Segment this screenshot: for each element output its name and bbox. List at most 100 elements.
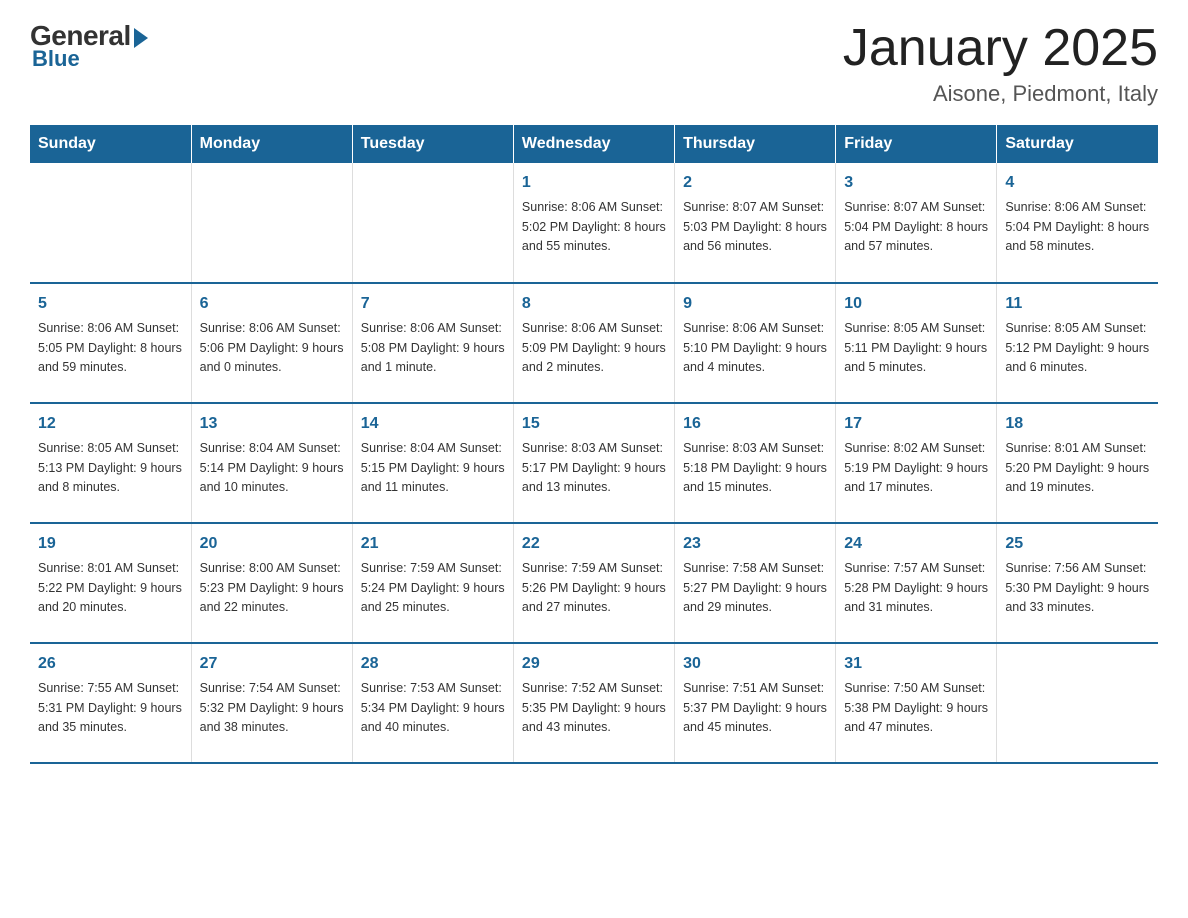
calendar-cell: 19 Sunrise: 8:01 AM Sunset: 5:22 PM Dayli…: [30, 523, 191, 643]
day-info: Sunrise: 8:03 AM Sunset: 5:18 PM Dayligh…: [683, 439, 827, 497]
calendar-cell: 29Sunrise: 7:52 AM Sunset: 5:35 PM Dayli…: [513, 643, 674, 763]
calendar-header-row: SundayMondayTuesdayWednesdayThursdayFrid…: [30, 125, 1158, 163]
day-info: Sunrise: 7:57 AM Sunset: 5:28 PM Dayligh…: [844, 559, 988, 617]
day-number: 5: [38, 292, 183, 316]
calendar-table: SundayMondayTuesdayWednesdayThursdayFrid…: [30, 125, 1158, 764]
calendar-cell: 28 Sunrise: 7:53 AM Sunset: 5:34 PM Dayli…: [352, 643, 513, 763]
calendar-header-saturday: Saturday: [997, 125, 1158, 163]
day-info: Sunrise: 8:00 AM Sunset: 5:23 PM Dayligh…: [200, 559, 344, 617]
calendar-cell: 6 Sunrise: 8:06 AM Sunset: 5:06 PM Daylig…: [191, 283, 352, 403]
calendar-cell: 11Sunrise: 8:05 AM Sunset: 5:12 PM Dayli…: [997, 283, 1158, 403]
calendar-header-friday: Friday: [836, 125, 997, 163]
calendar-header-wednesday: Wednesday: [513, 125, 674, 163]
calendar-cell: 13Sunrise: 8:04 AM Sunset: 5:14 PM Dayli…: [191, 403, 352, 523]
day-info: Sunrise: 7:53 AM Sunset: 5:34 PM Dayligh…: [361, 679, 505, 737]
page-header: General Blue January 2025 Aisone, Piedmo…: [30, 20, 1158, 107]
day-number: 17: [844, 412, 988, 436]
day-number: 24: [844, 532, 988, 556]
day-number: 9: [683, 292, 827, 316]
day-number: 26: [38, 652, 183, 676]
day-number: 31: [844, 652, 988, 676]
day-number: 6: [200, 292, 344, 316]
calendar-cell: [352, 163, 513, 283]
day-number: 14: [361, 412, 505, 436]
day-info: Sunrise: 8:02 AM Sunset: 5:19 PM Dayligh…: [844, 439, 988, 497]
calendar-cell: 31 Sunrise: 7:50 AM Sunset: 5:38 PM Dayli…: [836, 643, 997, 763]
calendar-week-row: 1Sunrise: 8:06 AM Sunset: 5:02 PM Daylig…: [30, 163, 1158, 283]
day-info: Sunrise: 7:56 AM Sunset: 5:30 PM Dayligh…: [1005, 559, 1150, 617]
calendar-cell: 9 Sunrise: 8:06 AM Sunset: 5:10 PM Daylig…: [675, 283, 836, 403]
day-number: 18: [1005, 412, 1150, 436]
calendar-cell: 17 Sunrise: 8:02 AM Sunset: 5:19 PM Dayli…: [836, 403, 997, 523]
day-info: Sunrise: 8:07 AM Sunset: 5:03 PM Dayligh…: [683, 198, 827, 256]
calendar-cell: 14Sunrise: 8:04 AM Sunset: 5:15 PM Dayli…: [352, 403, 513, 523]
calendar-week-row: 5 Sunrise: 8:06 AM Sunset: 5:05 PM Daylig…: [30, 283, 1158, 403]
day-info: Sunrise: 8:06 AM Sunset: 5:08 PM Dayligh…: [361, 319, 505, 377]
day-info: Sunrise: 8:03 AM Sunset: 5:17 PM Dayligh…: [522, 439, 666, 497]
day-info: Sunrise: 8:06 AM Sunset: 5:04 PM Dayligh…: [1005, 198, 1150, 256]
day-number: 22: [522, 532, 666, 556]
calendar-cell: 2 Sunrise: 8:07 AM Sunset: 5:03 PM Daylig…: [675, 163, 836, 283]
day-info: Sunrise: 8:06 AM Sunset: 5:10 PM Dayligh…: [683, 319, 827, 377]
calendar-header-thursday: Thursday: [675, 125, 836, 163]
calendar-week-row: 19 Sunrise: 8:01 AM Sunset: 5:22 PM Dayli…: [30, 523, 1158, 643]
day-info: Sunrise: 8:05 AM Sunset: 5:13 PM Dayligh…: [38, 439, 183, 497]
calendar-cell: 23Sunrise: 7:58 AM Sunset: 5:27 PM Dayli…: [675, 523, 836, 643]
day-number: 19: [38, 532, 183, 556]
day-info: Sunrise: 7:51 AM Sunset: 5:37 PM Dayligh…: [683, 679, 827, 737]
day-info: Sunrise: 8:01 AM Sunset: 5:22 PM Dayligh…: [38, 559, 183, 617]
day-info: Sunrise: 7:59 AM Sunset: 5:24 PM Dayligh…: [361, 559, 505, 617]
title-block: January 2025 Aisone, Piedmont, Italy: [843, 20, 1158, 107]
day-info: Sunrise: 7:54 AM Sunset: 5:32 PM Dayligh…: [200, 679, 344, 737]
calendar-cell: 21 Sunrise: 7:59 AM Sunset: 5:24 PM Dayli…: [352, 523, 513, 643]
calendar-cell: 7 Sunrise: 8:06 AM Sunset: 5:08 PM Daylig…: [352, 283, 513, 403]
day-info: Sunrise: 8:06 AM Sunset: 5:06 PM Dayligh…: [200, 319, 344, 377]
calendar-header-monday: Monday: [191, 125, 352, 163]
day-info: Sunrise: 8:06 AM Sunset: 5:05 PM Dayligh…: [38, 319, 183, 377]
main-title: January 2025: [843, 20, 1158, 77]
day-number: 4: [1005, 171, 1150, 195]
day-number: 15: [522, 412, 666, 436]
calendar-cell: [997, 643, 1158, 763]
day-number: 8: [522, 292, 666, 316]
calendar-cell: 1Sunrise: 8:06 AM Sunset: 5:02 PM Daylig…: [513, 163, 674, 283]
calendar-cell: 26Sunrise: 7:55 AM Sunset: 5:31 PM Dayli…: [30, 643, 191, 763]
day-number: 21: [361, 532, 505, 556]
day-info: Sunrise: 7:58 AM Sunset: 5:27 PM Dayligh…: [683, 559, 827, 617]
calendar-cell: 5 Sunrise: 8:06 AM Sunset: 5:05 PM Daylig…: [30, 283, 191, 403]
logo-blue-text: Blue: [32, 46, 80, 72]
calendar-cell: 12 Sunrise: 8:05 AM Sunset: 5:13 PM Dayli…: [30, 403, 191, 523]
day-number: 12: [38, 412, 183, 436]
calendar-cell: 27Sunrise: 7:54 AM Sunset: 5:32 PM Dayli…: [191, 643, 352, 763]
day-number: 2: [683, 171, 827, 195]
day-info: Sunrise: 8:01 AM Sunset: 5:20 PM Dayligh…: [1005, 439, 1150, 497]
day-info: Sunrise: 8:05 AM Sunset: 5:11 PM Dayligh…: [844, 319, 988, 377]
calendar-cell: 4 Sunrise: 8:06 AM Sunset: 5:04 PM Daylig…: [997, 163, 1158, 283]
day-info: Sunrise: 7:50 AM Sunset: 5:38 PM Dayligh…: [844, 679, 988, 737]
day-info: Sunrise: 7:59 AM Sunset: 5:26 PM Dayligh…: [522, 559, 666, 617]
calendar-cell: 8 Sunrise: 8:06 AM Sunset: 5:09 PM Daylig…: [513, 283, 674, 403]
calendar-cell: 22 Sunrise: 7:59 AM Sunset: 5:26 PM Dayli…: [513, 523, 674, 643]
calendar-cell: 10Sunrise: 8:05 AM Sunset: 5:11 PM Dayli…: [836, 283, 997, 403]
logo-arrow-icon: [134, 28, 148, 48]
day-info: Sunrise: 8:04 AM Sunset: 5:14 PM Dayligh…: [200, 439, 344, 497]
calendar-cell: 30Sunrise: 7:51 AM Sunset: 5:37 PM Dayli…: [675, 643, 836, 763]
logo: General Blue: [30, 20, 148, 72]
day-number: 28: [361, 652, 505, 676]
day-info: Sunrise: 8:05 AM Sunset: 5:12 PM Dayligh…: [1005, 319, 1150, 377]
subtitle: Aisone, Piedmont, Italy: [843, 81, 1158, 107]
calendar-cell: [30, 163, 191, 283]
calendar-cell: [191, 163, 352, 283]
calendar-cell: 15 Sunrise: 8:03 AM Sunset: 5:17 PM Dayli…: [513, 403, 674, 523]
calendar-cell: 18 Sunrise: 8:01 AM Sunset: 5:20 PM Dayli…: [997, 403, 1158, 523]
day-number: 7: [361, 292, 505, 316]
day-number: 25: [1005, 532, 1150, 556]
day-info: Sunrise: 8:06 AM Sunset: 5:09 PM Dayligh…: [522, 319, 666, 377]
calendar-header-tuesday: Tuesday: [352, 125, 513, 163]
calendar-header-sunday: Sunday: [30, 125, 191, 163]
day-info: Sunrise: 7:52 AM Sunset: 5:35 PM Dayligh…: [522, 679, 666, 737]
calendar-cell: 20Sunrise: 8:00 AM Sunset: 5:23 PM Dayli…: [191, 523, 352, 643]
day-info: Sunrise: 8:06 AM Sunset: 5:02 PM Dayligh…: [522, 198, 666, 256]
day-info: Sunrise: 8:07 AM Sunset: 5:04 PM Dayligh…: [844, 198, 988, 256]
day-number: 16: [683, 412, 827, 436]
